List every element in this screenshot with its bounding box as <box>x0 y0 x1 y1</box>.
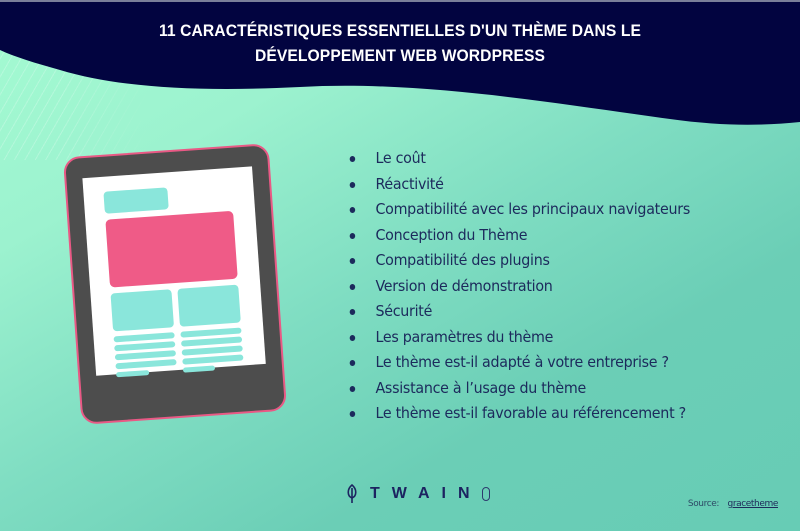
bullet-icon <box>349 385 356 392</box>
bullet-icon <box>349 360 356 366</box>
mockup-text-line <box>182 365 216 373</box>
twaino-logo: TWAIN <box>346 484 490 504</box>
feature-item: Assistance à l’usage du thème <box>346 376 690 402</box>
mockup-header-block <box>103 187 169 214</box>
feature-item: Le coût <box>346 146 690 172</box>
title-line-2: DÉVELOPPEMENT WEB WORDPRESS <box>254 46 546 65</box>
mockup-text-line <box>182 354 244 365</box>
source-credit: Source: gracetheme <box>687 499 779 509</box>
source-label: Source: <box>687 499 720 509</box>
bullet-icon <box>349 181 356 188</box>
leaf-icon <box>347 484 357 503</box>
title-line-1: 11 CARACTÉRISTIQUES ESSENTIELLES D'UN TH… <box>158 21 642 40</box>
mockup-text-line <box>116 370 150 378</box>
mockup-card-right <box>177 284 241 327</box>
bullet-icon <box>349 309 356 315</box>
bullet-icon <box>349 258 356 264</box>
bullet-icon <box>349 232 356 239</box>
feature-item: Le thème est-il favorable au référenceme… <box>346 401 690 427</box>
logo-o-outline-icon <box>481 487 490 501</box>
feature-item: Le thème est-il adapté à votre entrepris… <box>346 350 690 376</box>
feature-item: Conception du Thème <box>346 223 690 249</box>
source-link[interactable]: gracetheme <box>728 499 779 509</box>
feature-item: Les paramètres du thème <box>346 325 690 351</box>
bullet-icon <box>349 411 356 417</box>
bullet-icon <box>349 283 356 290</box>
top-border <box>0 0 800 2</box>
feature-item: Compatibilité des plugins <box>346 248 690 274</box>
features-list: Le coût Réactivité Compatibilité avec le… <box>346 146 720 427</box>
feature-item: Réactivité <box>346 172 690 198</box>
mockup-card-left <box>110 289 175 332</box>
bullet-icon <box>349 334 356 341</box>
feature-item: Sécurité <box>346 299 690 325</box>
bullet-icon <box>349 156 356 162</box>
feature-item: Version de démonstration <box>346 274 690 300</box>
feature-item: Compatibilité avec les principaux naviga… <box>346 197 690 223</box>
tablet-webpage-mockup-icon <box>62 143 288 425</box>
mockup-text-line <box>115 359 177 370</box>
bullet-icon <box>349 207 356 213</box>
logo-text: TWAIN <box>370 485 482 502</box>
page-title: 11 CARACTÉRISTIQUES ESSENTIELLES D'UN TH… <box>32 18 768 68</box>
mockup-hero-block <box>105 210 238 288</box>
tablet-screen <box>82 166 266 378</box>
